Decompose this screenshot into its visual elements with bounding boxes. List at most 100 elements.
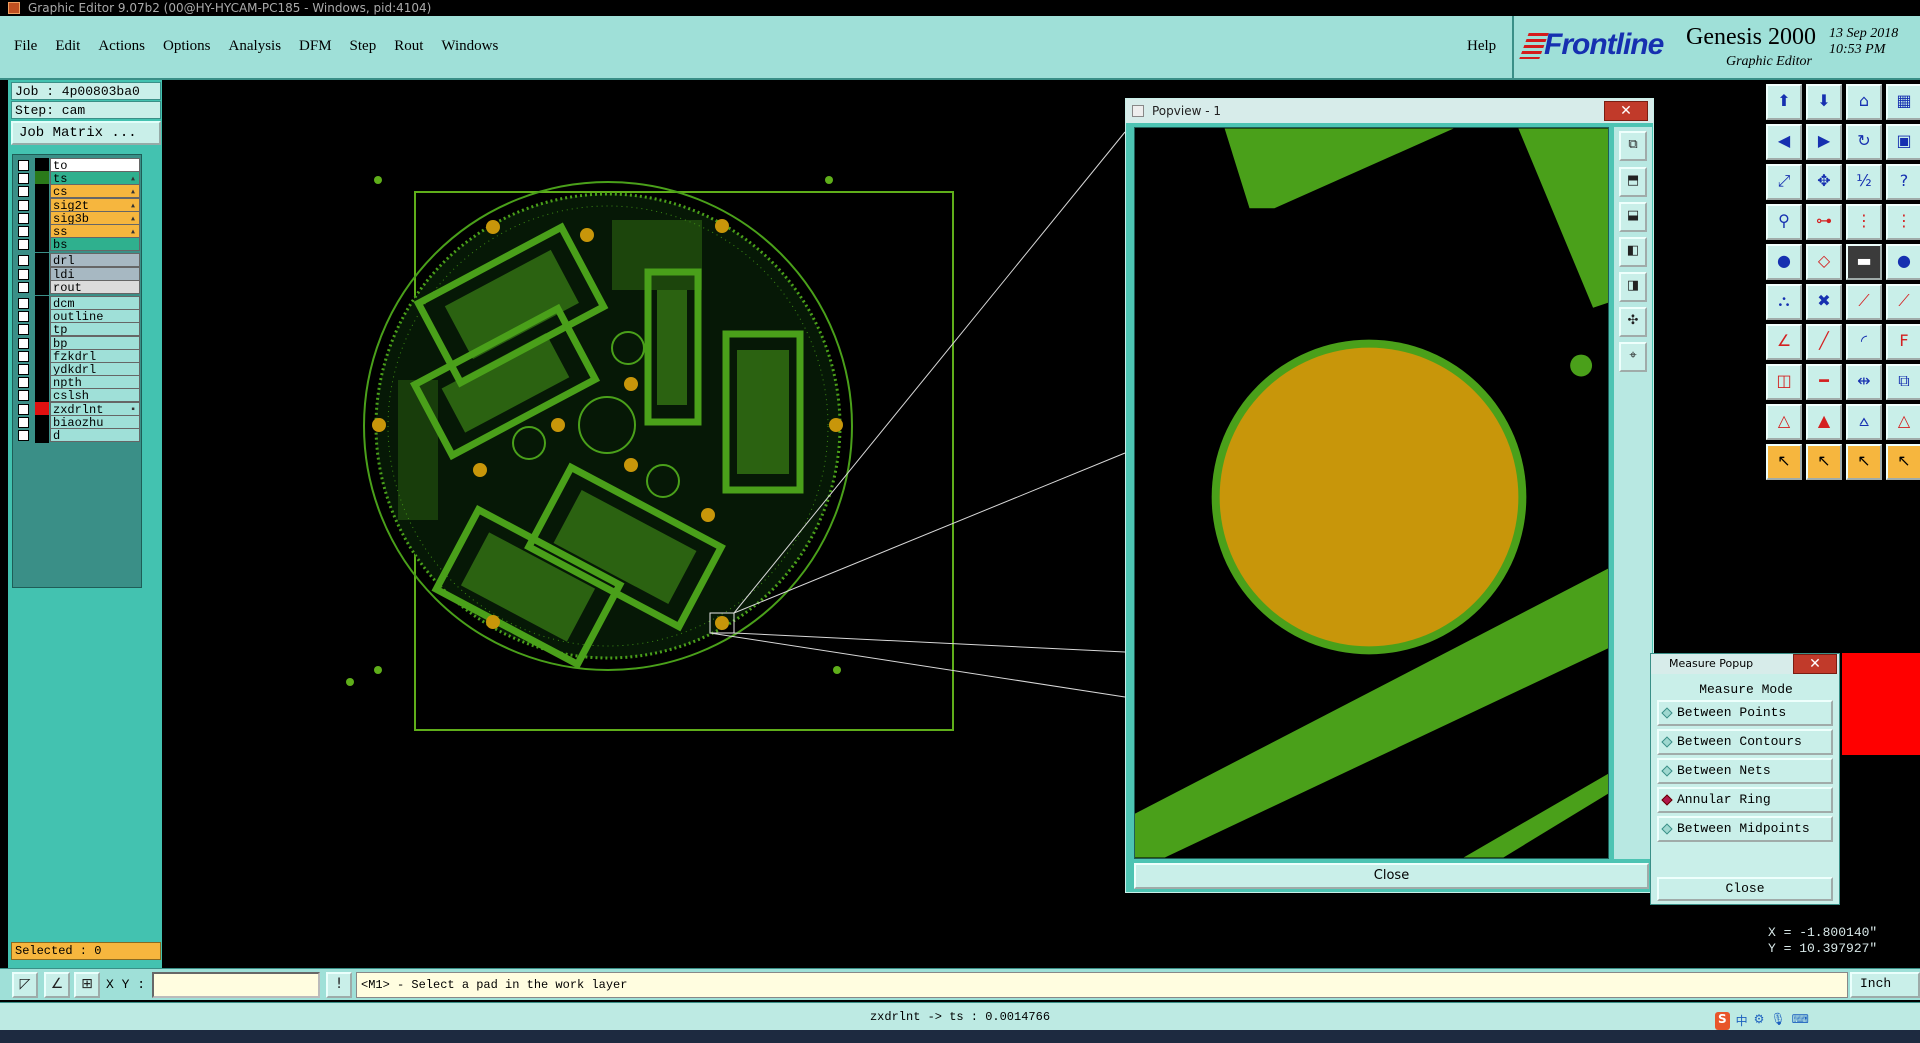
zoom-window-icon[interactable]: ⧉ [1619, 131, 1647, 161]
pan-left-icon[interactable]: ◀ [1766, 124, 1802, 160]
center-icon[interactable]: ✥ [1806, 164, 1842, 200]
zoom-home-icon[interactable]: ⌖ [1619, 342, 1647, 372]
layer-name[interactable]: biaozhu [50, 414, 140, 430]
layer-name[interactable]: rout [50, 279, 140, 295]
layer-name[interactable]: drl [50, 253, 140, 268]
pan-down-icon[interactable]: ⬓ [1619, 202, 1647, 232]
popview-close-icon[interactable]: ✕ [1604, 101, 1648, 121]
pan-right-icon[interactable]: ▶ [1806, 124, 1842, 160]
popview-title-bar[interactable]: Popview - 1 [1126, 99, 1653, 123]
arc-icon[interactable]: ◜ [1846, 324, 1882, 360]
layer-name[interactable]: to [50, 158, 140, 173]
layer-checkbox[interactable] [18, 173, 29, 185]
layer-name[interactable]: npth [50, 375, 140, 390]
copy-icon[interactable]: ⧉ [1886, 364, 1920, 400]
pan-right-icon[interactable]: ◨ [1619, 272, 1647, 302]
layer-name[interactable]: ydkdrl [50, 362, 140, 377]
layer-name[interactable]: cslsh [50, 388, 140, 403]
layer-checkbox[interactable] [18, 324, 29, 336]
pan-up-icon[interactable]: ⬒ [1619, 167, 1647, 197]
arc-line-icon[interactable]: ⟋ [1886, 284, 1920, 320]
layer-checkbox[interactable] [18, 199, 29, 211]
redraw-icon[interactable]: ↻ [1846, 124, 1882, 160]
highlight-net-icon[interactable]: ⋮ [1886, 204, 1920, 240]
measure-close-icon[interactable]: ✕ [1793, 654, 1837, 674]
layer-checkbox[interactable] [18, 403, 29, 415]
zoom-area-icon[interactable]: ▣ [1886, 124, 1920, 160]
zoom-fit-icon[interactable]: ✣ [1619, 307, 1647, 337]
triangle-bar-icon[interactable]: ⩟ [1846, 404, 1882, 440]
ime-logo-icon[interactable]: S [1715, 1012, 1730, 1030]
layer-checkbox[interactable] [18, 281, 29, 293]
mode-between-nets[interactable]: Between Nets [1657, 758, 1833, 784]
layer-color-swatch[interactable] [35, 428, 49, 443]
layer-checkbox[interactable] [18, 430, 29, 441]
popview-canvas[interactable] [1134, 127, 1609, 859]
fit-screen-icon[interactable]: ⤢ [1766, 164, 1802, 200]
snap-grid-icon[interactable]: ◸ [12, 972, 38, 998]
exclamation-icon[interactable]: ! [326, 972, 352, 998]
menu-options[interactable]: Options [163, 38, 211, 55]
menu-dfm[interactable]: DFM [299, 38, 332, 55]
layer-checkbox[interactable] [18, 239, 29, 251]
layer-color-swatch[interactable] [35, 279, 49, 295]
select-pointer-icon[interactable]: ↖ [1766, 444, 1802, 480]
menu-help[interactable]: Help [1467, 38, 1496, 55]
measure-close-button[interactable]: Close [1657, 877, 1833, 901]
layer-checkbox[interactable] [18, 255, 29, 267]
menu-windows[interactable]: Windows [441, 38, 498, 55]
layer-checkbox[interactable] [18, 377, 29, 389]
job-matrix-button[interactable]: Job Matrix ... [11, 121, 161, 145]
menu-rout[interactable]: Rout [394, 38, 423, 55]
popview-close-button[interactable]: Close [1134, 863, 1649, 889]
scale-1to2-icon[interactable]: ½ [1846, 164, 1882, 200]
mode-between-points[interactable]: Between Points [1657, 700, 1833, 726]
layer-name[interactable]: sig3b ▴ [50, 210, 140, 226]
grid-icon[interactable]: ⊞ [74, 972, 100, 998]
layer-checkbox[interactable] [18, 186, 29, 198]
mode-between-contours[interactable]: Between Contours [1657, 729, 1833, 755]
menu-actions[interactable]: Actions [98, 38, 145, 55]
xy-input[interactable] [152, 972, 320, 998]
layer-name[interactable]: fzkdrl [50, 348, 140, 364]
layer-checkbox[interactable] [18, 226, 29, 237]
layer-checkbox[interactable] [18, 390, 29, 402]
text-icon[interactable]: F [1886, 324, 1920, 360]
mic-icon[interactable]: 🎙 [1770, 1012, 1785, 1030]
slash-icon[interactable]: ╱ [1806, 324, 1842, 360]
layer-name[interactable]: outline [50, 309, 140, 324]
layer-name[interactable]: bs [50, 237, 140, 252]
round-pad-icon[interactable]: ● [1886, 244, 1920, 280]
home-view-icon[interactable]: ⌂ [1846, 84, 1882, 120]
ime-mode[interactable]: 中 [1736, 1012, 1748, 1030]
line-icon[interactable]: ⟋ [1846, 284, 1882, 320]
add-pad-icon[interactable]: ● [1766, 244, 1802, 280]
layer-row-bs[interactable]: bs [16, 237, 140, 253]
select-net-icon[interactable]: ↖ [1846, 444, 1882, 480]
zoom-out-icon[interactable]: ⬇ [1806, 84, 1842, 120]
layer-name[interactable]: cs ▴ [50, 184, 140, 199]
layer-checkbox[interactable] [18, 268, 29, 280]
layer-color-swatch[interactable] [35, 237, 49, 253]
add-feature-icon[interactable]: ◫ [1766, 364, 1802, 400]
select-area-icon[interactable]: ↖ [1806, 444, 1842, 480]
layer-name[interactable]: ss ▴ [50, 224, 140, 239]
add-surface-icon[interactable]: ◇ [1806, 244, 1842, 280]
move-icon[interactable]: ⇹ [1846, 364, 1882, 400]
layer-name[interactable]: dcm [50, 296, 140, 311]
angle-icon[interactable]: ∠ [1766, 324, 1802, 360]
units-selector[interactable]: Inch [1850, 972, 1920, 998]
net-icon[interactable]: ⋮ [1846, 204, 1882, 240]
layer-checkbox[interactable] [18, 416, 29, 428]
keyboard-icon[interactable]: ⌨ [1792, 1012, 1809, 1030]
zoom-page-icon[interactable]: ▦ [1886, 84, 1920, 120]
select-route-icon[interactable]: ↖ [1886, 444, 1920, 480]
layer-name[interactable]: ts ▴ [50, 171, 140, 186]
layer-row-d[interactable]: d [16, 428, 140, 443]
layer-checkbox[interactable] [18, 311, 29, 323]
triangle-icon[interactable]: △ [1766, 404, 1802, 440]
zoom-in-icon[interactable]: ⬆ [1766, 84, 1802, 120]
triangle-fill-icon[interactable]: ▲ [1806, 404, 1842, 440]
layer-name[interactable]: tp [50, 322, 140, 337]
dash-icon[interactable]: ━ [1806, 364, 1842, 400]
